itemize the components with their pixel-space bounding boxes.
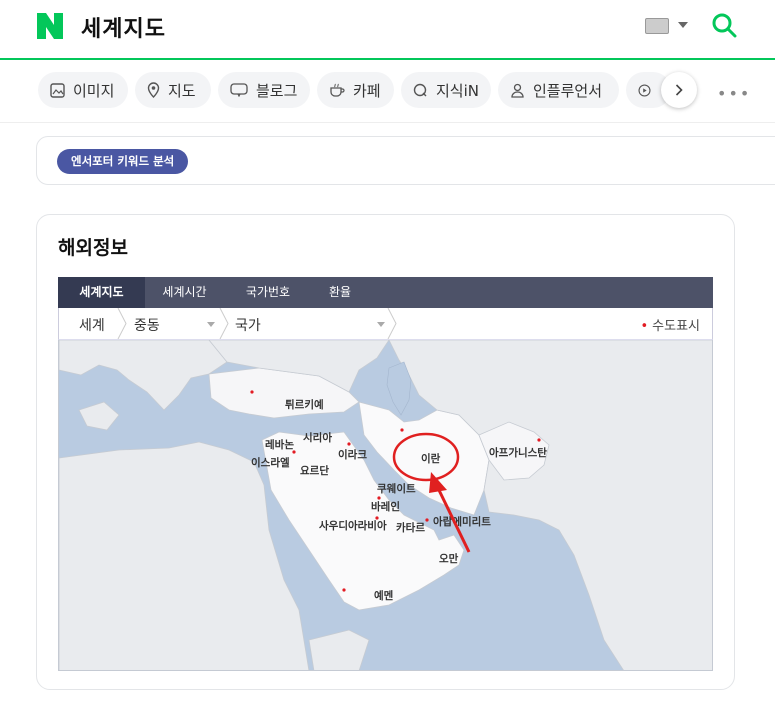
tab-influencer[interactable]: 인플루언서 (498, 72, 619, 108)
tab-label: 카페 (353, 81, 381, 100)
tab-label: 이미지 (73, 81, 115, 100)
middle-east-map[interactable]: 튀르키예 시리아 레바논 이스라엘 이라크 요르단 이란 아프가니스탄 쿠웨이트… (58, 340, 713, 671)
tab-blog[interactable]: 블로그 (218, 72, 310, 108)
image-icon (50, 82, 65, 98)
category-tabs: 이미지 지도 블로그 카페 지식iN 인플루언서 (0, 60, 775, 123)
chevron-down-icon[interactable] (207, 322, 215, 327)
tab-label: 블로그 (256, 81, 298, 100)
map-label-syria[interactable]: 시리아 (303, 431, 332, 444)
tab-world-time[interactable]: 세계시간 (145, 277, 224, 308)
map-pin-icon (147, 82, 160, 98)
chevron-down-icon[interactable] (678, 22, 688, 28)
keyword-analysis-button[interactable]: 엔서포터 키워드 분석 (57, 149, 189, 174)
map-tab-bar: 세계지도 세계시간 국가번호 환율 (58, 277, 713, 308)
region-select[interactable]: 중동 (134, 315, 160, 335)
tab-exchange-rate[interactable]: 환율 (312, 277, 368, 308)
tab-kin[interactable]: 지식iN (401, 72, 491, 108)
breadcrumb-world[interactable]: 세계 (79, 315, 105, 335)
kin-icon (413, 83, 427, 96)
map-label-iraq[interactable]: 이라크 (338, 448, 367, 461)
play-icon (638, 83, 651, 97)
keyboard-icon[interactable] (645, 18, 669, 34)
map-label-kuwait[interactable]: 쿠웨이트 (377, 482, 416, 495)
chevron-down-icon[interactable] (377, 322, 385, 327)
map-label-qatar[interactable]: 카타르 (396, 521, 425, 534)
map-breadcrumb: 세계 중동 국가 • 수도표시 (58, 308, 713, 340)
chevron-right-icon (675, 84, 683, 96)
tab-map[interactable]: 지도 (135, 72, 211, 108)
more-icon[interactable]: ••• (717, 84, 751, 103)
breadcrumb-separator (387, 308, 397, 339)
map-label-turkey[interactable]: 튀르키예 (285, 398, 324, 411)
breadcrumb-separator (117, 308, 127, 339)
person-icon (511, 83, 524, 98)
map-label-afghanistan[interactable]: 아프가니스탄 (489, 446, 547, 459)
tab-label: 지도 (168, 81, 196, 100)
map-label-lebanon[interactable]: 레바논 (265, 438, 294, 451)
naver-logo[interactable] (37, 13, 63, 39)
map-label-yemen[interactable]: 예멘 (374, 589, 394, 602)
breadcrumb-separator (219, 308, 229, 339)
header: 세계지도 (0, 0, 775, 60)
card-title: 해외정보 (58, 237, 128, 259)
tab-image[interactable]: 이미지 (38, 72, 128, 108)
map-label-iran[interactable]: 이란 (421, 452, 441, 465)
map-label-israel[interactable]: 이스라엘 (251, 456, 290, 469)
blog-icon (230, 83, 248, 97)
search-icon[interactable] (711, 12, 737, 38)
country-select[interactable]: 국가 (235, 315, 261, 335)
map-label-saudi-arabia[interactable]: 사우디아라비아 (319, 519, 387, 532)
capital-toggle[interactable]: • 수도표시 (640, 315, 700, 334)
query-title[interactable]: 세계지도 (81, 11, 166, 43)
map-label-uae[interactable]: 아랍에미리트 (433, 515, 491, 528)
tab-cafe[interactable]: 카페 (317, 72, 394, 108)
cafe-icon (330, 83, 345, 97)
tabs-next-button[interactable] (661, 72, 697, 108)
map-label-jordan[interactable]: 요르단 (300, 464, 329, 477)
tab-country-code[interactable]: 국가번호 (224, 277, 312, 308)
tab-world-map[interactable]: 세계지도 (58, 277, 145, 308)
tab-label: 지식iN (436, 81, 479, 100)
map-label-oman[interactable]: 오만 (439, 552, 459, 565)
map-label-bahrain[interactable]: 바레인 (371, 500, 400, 513)
tab-label: 인플루언서 (533, 81, 603, 100)
